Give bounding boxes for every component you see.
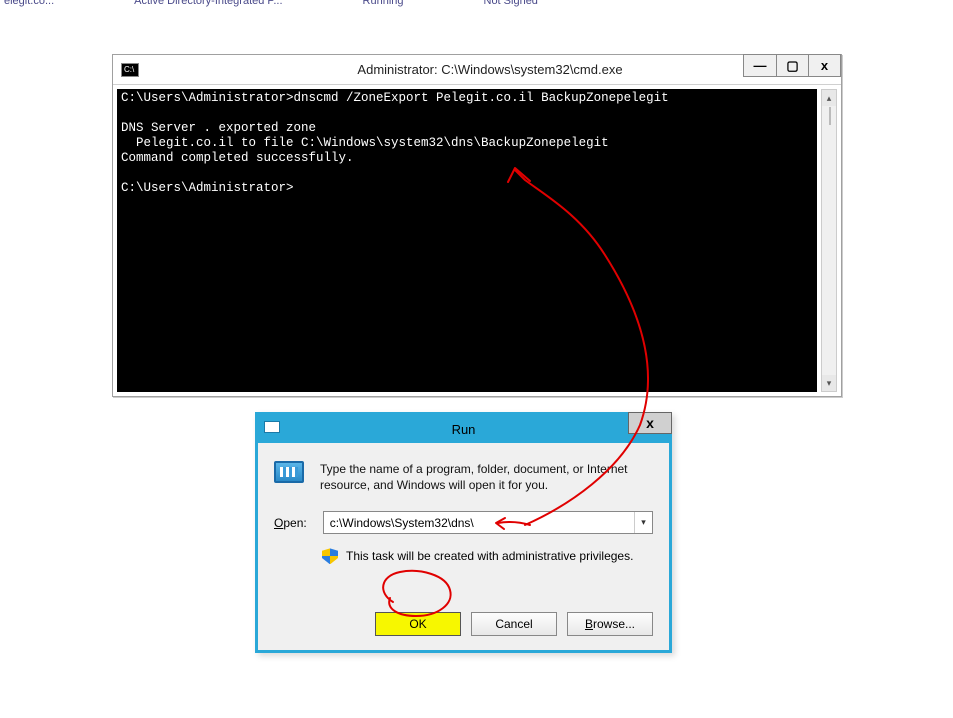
cmd-window-title: Administrator: C:\Windows\system32\cmd.e… — [139, 62, 841, 77]
minimize-button[interactable]: — — [744, 55, 776, 76]
cmd-line: C:\Users\Administrator> — [121, 181, 294, 195]
bg-col-type: Active Directory-Integrated P... — [134, 0, 282, 7]
cmd-window: C:\ Administrator: C:\Windows\system32\c… — [112, 54, 842, 397]
run-program-icon — [274, 461, 306, 489]
browse-button[interactable]: Browse... — [567, 612, 653, 636]
scroll-down-icon[interactable]: ▾ — [822, 375, 836, 391]
open-input[interactable] — [324, 512, 634, 533]
ok-button[interactable]: OK — [375, 612, 461, 636]
run-description-text: Type the name of a program, folder, docu… — [320, 461, 653, 493]
run-button-row: OK Cancel Browse... — [258, 598, 669, 650]
chevron-down-icon[interactable]: ▾ — [634, 512, 652, 533]
background-list-row: elegit.co... Active Directory-Integrated… — [0, 0, 953, 7]
cmd-window-controls: — ▢ x — [743, 54, 841, 77]
run-content: Type the name of a program, folder, docu… — [258, 443, 669, 598]
scroll-up-icon[interactable]: ▴ — [822, 90, 836, 106]
bg-col-signed: Not Signed — [484, 0, 538, 7]
cmd-terminal[interactable]: C:\Users\Administrator>dnscmd /ZoneExpor… — [117, 89, 817, 392]
open-label: Open: — [274, 516, 307, 530]
run-open-row: Open: ▾ — [274, 511, 653, 534]
cmd-line: DNS Server . exported zone — [121, 121, 316, 135]
run-titlebar[interactable]: Run x — [258, 415, 669, 443]
cmd-line: Pelegit.co.il to file C:\Windows\system3… — [121, 136, 609, 150]
scroll-thumb[interactable] — [829, 107, 831, 125]
close-button[interactable]: x — [628, 412, 672, 434]
cmd-titlebar[interactable]: C:\ Administrator: C:\Windows\system32\c… — [113, 55, 841, 85]
bg-col-status: Running — [363, 0, 404, 7]
cmd-line: Command completed successfully. — [121, 151, 354, 165]
cmd-line: C:\Users\Administrator>dnscmd /ZoneExpor… — [121, 91, 669, 105]
run-body: Type the name of a program, folder, docu… — [258, 443, 669, 650]
open-combobox[interactable]: ▾ — [323, 511, 653, 534]
bg-col-zone: elegit.co... — [4, 0, 54, 7]
close-button[interactable]: x — [808, 55, 840, 76]
cancel-button[interactable]: Cancel — [471, 612, 557, 636]
run-title: Run — [452, 422, 476, 437]
run-description-row: Type the name of a program, folder, docu… — [274, 461, 653, 493]
run-dialog: Run x Type the name of a program, folder… — [255, 412, 672, 653]
uac-shield-icon — [322, 548, 338, 564]
cmd-scrollbar[interactable]: ▴ ▾ — [821, 89, 837, 392]
admin-privileges-text: This task will be created with administr… — [346, 549, 633, 563]
cmd-system-icon[interactable]: C:\ — [121, 63, 139, 77]
maximize-button[interactable]: ▢ — [776, 55, 808, 76]
cmd-body: C:\Users\Administrator>dnscmd /ZoneExpor… — [113, 85, 841, 396]
admin-privileges-row: This task will be created with administr… — [322, 548, 653, 564]
run-system-icon[interactable] — [264, 421, 280, 433]
